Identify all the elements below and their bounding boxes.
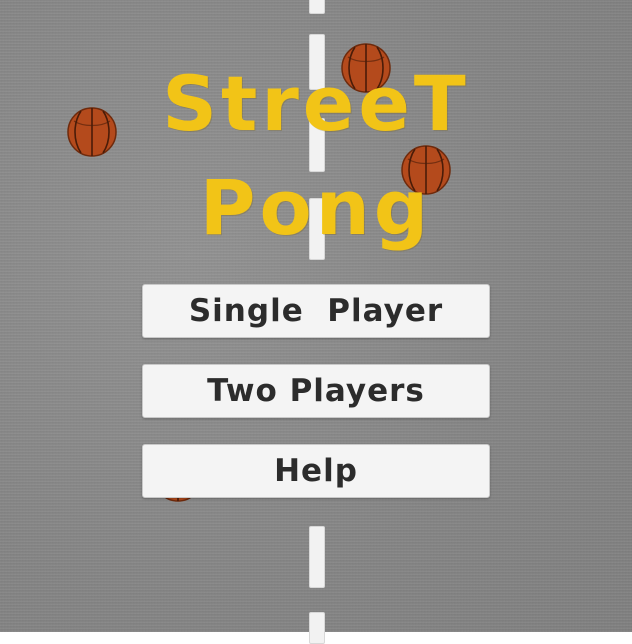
single-player-button[interactable]: Single Player: [142, 284, 490, 338]
game-title-line-2: Pong: [199, 163, 433, 252]
two-players-button[interactable]: Two Players: [142, 364, 490, 418]
center-line-dash: [309, 526, 325, 588]
game-title-line-1: StreeT: [162, 59, 470, 148]
center-line-dash: [309, 612, 325, 644]
help-button[interactable]: Help: [142, 444, 490, 498]
center-line-dash: [309, 0, 325, 14]
